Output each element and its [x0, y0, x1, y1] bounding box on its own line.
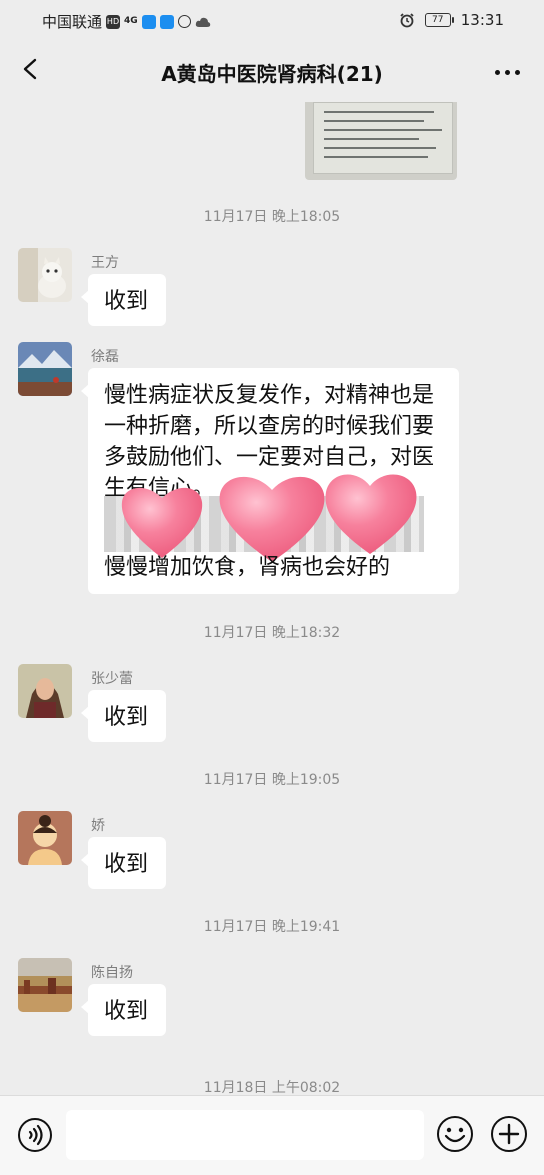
heart-icon: [219, 476, 325, 562]
carrier-label: 中国联通: [42, 13, 103, 31]
message-line: 慢性病症状反复发作，对精神也是: [104, 383, 435, 408]
chat-title: A黄岛中医院肾病科(21): [161, 62, 383, 86]
heart-icon: [121, 487, 203, 558]
nav-bar: A黄岛中医院肾病科(21): [0, 40, 544, 102]
cloud-app-icon: [159, 14, 174, 29]
message-text: 收到: [104, 289, 149, 314]
message-timestamp: 11月18日 上午08:02: [203, 1080, 341, 1095]
hd-badge: HD: [106, 14, 121, 29]
alarm-icon: [400, 13, 414, 28]
avatar[interactable]: [18, 342, 72, 396]
emoji-icon[interactable]: [436, 1115, 474, 1153]
message-timestamp: 11月17日 晚上18:05: [203, 209, 341, 225]
sender-name: 娇: [91, 818, 105, 834]
message-text: 收到: [104, 999, 149, 1024]
sender-name: 王方: [91, 255, 119, 271]
message-bubble[interactable]: 收到: [81, 837, 166, 889]
message-line: 慢慢增加饮食，肾病也会好的: [104, 555, 391, 580]
plus-icon[interactable]: [490, 1115, 528, 1153]
image-message[interactable]: [305, 102, 457, 180]
message-text: 收到: [104, 852, 149, 877]
message-bubble[interactable]: 慢性病症状反复发作，对精神也是 一种折磨，所以查房的时候我们要 多鼓励他们、一定…: [81, 368, 459, 594]
message-bubble[interactable]: 收到: [81, 690, 166, 742]
message-bubble[interactable]: 收到: [81, 984, 166, 1036]
sender-name: 陈自扬: [91, 965, 133, 981]
voice-icon[interactable]: [17, 1117, 53, 1153]
avatar[interactable]: [18, 958, 72, 1012]
settings-app-icon: [177, 15, 191, 28]
input-bar: [0, 1095, 544, 1175]
message-input[interactable]: [66, 1110, 424, 1160]
message-bubble[interactable]: 收到: [81, 274, 166, 326]
document-photo: [313, 102, 453, 174]
status-bar: 中国联通 HD 4G 77 13:31: [0, 0, 544, 40]
message-timestamp: 11月17日 晚上19:05: [203, 772, 341, 788]
cloud-icon: [195, 17, 210, 27]
network-label: 4G: [124, 16, 138, 26]
message-timestamp: 11月17日 晚上19:41: [203, 919, 341, 935]
more-icon[interactable]: [495, 70, 520, 75]
avatar[interactable]: [18, 248, 72, 302]
sender-name: 徐磊: [91, 349, 119, 365]
battery-indicator: 77: [424, 13, 454, 27]
search-app-icon: [141, 14, 156, 29]
clock: 13:31: [460, 11, 504, 29]
heart-icon: [325, 474, 417, 554]
avatar[interactable]: [18, 811, 72, 865]
message-line: 一种折磨，所以查房的时候我们要: [104, 414, 435, 439]
message-timestamp: 11月17日 晚上18:32: [203, 625, 341, 641]
sender-name: 张少蕾: [91, 671, 133, 687]
chat-area[interactable]: 11月17日 晚上18:05 王方 收到 徐磊 慢性病症状反复发作，对精神也是 …: [0, 102, 544, 1095]
message-text: 收到: [104, 705, 149, 730]
avatar[interactable]: [18, 664, 72, 718]
